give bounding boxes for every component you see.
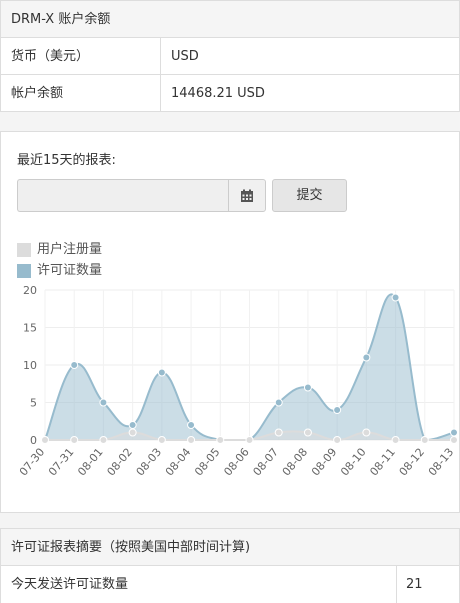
balance-row: 帐户余额 14468.21 USD [1,75,459,112]
x-tick-label: 08-02 [104,446,135,479]
today-licenses-value: 21 [406,577,423,592]
data-point [99,398,108,407]
data-point [128,428,137,437]
currency-row: 货币（美元） USD [1,38,459,75]
legend-swatch [17,242,31,257]
x-tick-label: 07-30 [17,446,48,479]
x-tick-label: 08-06 [221,446,252,479]
legend-label: 许可证数量 [37,263,103,278]
x-tick-label: 08-04 [163,446,194,479]
x-tick-label: 08-11 [367,446,398,479]
date-input[interactable] [17,179,229,212]
x-tick-label: 08-09 [309,446,340,479]
data-point [303,428,312,437]
x-tick-label: 08-10 [338,446,369,479]
data-point [450,436,458,444]
y-tick-label: 5 [30,397,37,410]
legend-item-registrations: 用户注册量 [17,239,102,260]
summary-panel-title: 许可证报表摘要（按照美国中部时间计算) [1,529,459,566]
legend-swatch [17,263,31,278]
x-tick-label: 08-08 [280,446,311,479]
x-tick-label: 08-05 [192,446,223,479]
panel-gap [0,112,460,131]
data-point [362,428,371,437]
x-tick-label: 08-07 [251,446,282,479]
balance-panel-title: DRM-X 账户余额 [1,1,459,38]
data-point [420,436,429,444]
data-point [70,361,79,369]
today-licenses-label: 今天发送许可证数量 [1,566,397,603]
balance-panel: DRM-X 账户余额 货币（美元） USD 帐户余额 14468.21 USD [0,0,460,112]
currency-label: 货币（美元） [1,38,161,74]
data-point [216,436,225,444]
y-tick-label: 0 [30,434,37,447]
x-tick-label: 08-03 [134,446,165,479]
x-tick-label: 07-31 [46,446,77,479]
balance-label: 帐户余额 [1,75,161,112]
chart-legend: 用户注册量 许可证数量 [17,239,102,281]
today-licenses-row: 今天发送许可证数量 21 [1,566,459,603]
y-tick-label: 20 [23,284,37,297]
panel-gap [0,513,460,528]
data-point [157,436,166,444]
y-tick-label: 10 [23,359,37,372]
y-tick-label: 15 [23,322,37,335]
data-point [187,436,196,444]
legend-item-licenses: 许可证数量 [17,260,102,281]
summary-panel: 许可证报表摘要（按照美国中部时间计算) 今天发送许可证数量 21 [0,528,460,603]
currency-value: USD [171,49,199,64]
data-point [333,436,342,444]
data-point [391,293,400,302]
data-point [157,368,166,377]
data-point [99,436,108,444]
balance-value: 14468.21 USD [171,86,265,101]
calendar-icon [241,189,253,202]
data-point [274,398,283,407]
report-panel: 最近15天的报表: 提交 用户注册量 许可证数量 0 5 10 15 20 07-30 07… [0,131,460,513]
data-point [245,436,254,444]
report-range-label: 最近15天的报表: [17,153,116,168]
legend-label: 用户注册量 [37,242,103,257]
data-point [391,436,400,444]
data-point [128,421,137,429]
data-point [362,353,371,362]
submit-button[interactable]: 提交 [272,179,347,212]
x-tick-label: 08-13 [426,446,457,479]
license-area-chart: 0510152007-3007-3108-0108-0208-0308-0408… [17,284,458,479]
data-point [70,436,79,444]
data-point [187,421,196,429]
data-point [41,436,49,444]
x-tick-label: 08-01 [75,446,106,479]
data-point [303,383,312,392]
data-point [333,406,342,414]
data-point [450,428,458,437]
x-tick-label: 08-12 [397,446,428,479]
calendar-button[interactable] [228,179,266,212]
data-point [274,428,283,437]
